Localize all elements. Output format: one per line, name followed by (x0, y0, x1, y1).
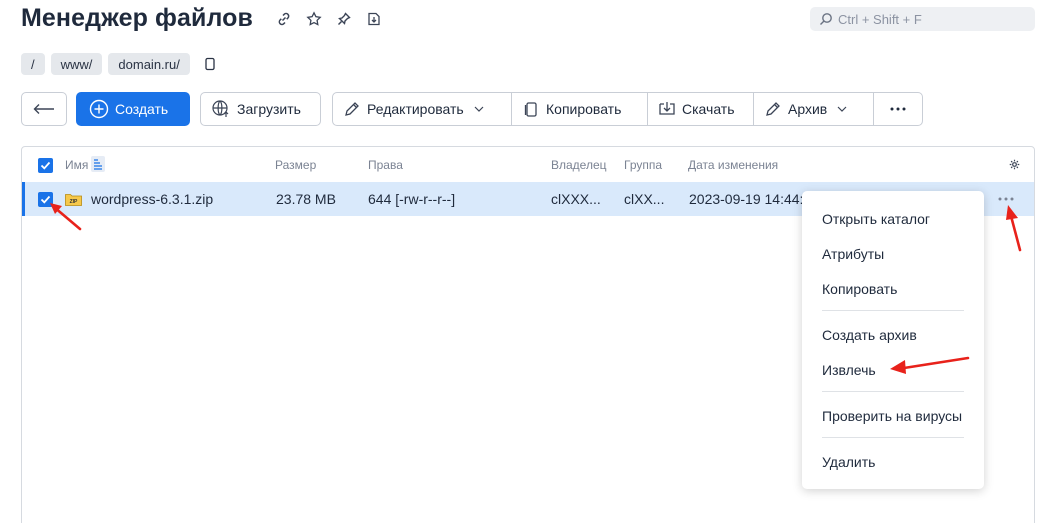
menu-item-copy[interactable]: Копировать (822, 281, 897, 297)
menu-divider (822, 310, 964, 311)
menu-divider (822, 391, 964, 392)
pencil-icon (345, 102, 359, 116)
zip-file-icon: ZIP (65, 194, 82, 206)
create-button-label: Создать (115, 101, 169, 117)
gear-icon[interactable] (1009, 159, 1020, 170)
pin-icon[interactable] (335, 10, 353, 28)
link-icon[interactable] (275, 10, 293, 28)
copy-button-label: Копировать (546, 101, 622, 117)
pencil-archive-icon (766, 102, 780, 116)
chevron-down-icon (474, 106, 484, 112)
file-owner: clXXX... (551, 191, 601, 207)
toolbar: Создать Загрузить Редактировать Копирова… (21, 92, 923, 126)
copy-path-icon[interactable] (202, 56, 218, 72)
plus-circle-icon (89, 99, 109, 119)
search-input[interactable] (838, 11, 1028, 27)
file-group: clXX... (624, 191, 665, 207)
breadcrumb-root[interactable]: / (21, 53, 45, 75)
table-header: Имя Размер Права Владелец Группа Дата из… (22, 147, 1034, 182)
copy-button[interactable]: Копировать (512, 93, 648, 125)
download-button-label: Скачать (682, 101, 735, 117)
arrow-left-icon (33, 104, 54, 114)
menu-item-delete[interactable]: Удалить (822, 454, 875, 470)
search-box[interactable] (810, 7, 1035, 31)
more-horizontal-icon (890, 107, 906, 111)
row-checkbox[interactable] (38, 192, 53, 207)
breadcrumb: / www/ domain.ru/ (21, 53, 218, 75)
copy-icon (524, 102, 537, 117)
menu-item-open-folder[interactable]: Открыть каталог (822, 211, 930, 227)
menu-item-create-archive[interactable]: Создать архив (822, 327, 917, 343)
breadcrumb-www[interactable]: www/ (50, 53, 103, 75)
file-actions-group: Редактировать Копировать Скачать Архив (332, 92, 923, 126)
column-rights[interactable]: Права (368, 158, 403, 172)
file-manager-page: Менеджер файлов / www/ domain.ru/ Со (0, 0, 1041, 523)
column-group[interactable]: Группа (624, 158, 662, 172)
file-modified: 2023-09-19 14:44: (689, 191, 804, 207)
download-icon (659, 102, 675, 115)
column-size[interactable]: Размер (275, 158, 316, 172)
row-more-icon[interactable] (998, 197, 1014, 201)
svg-text:ZIP: ZIP (70, 199, 78, 205)
file-name[interactable]: wordpress-6.3.1.zip (91, 191, 213, 207)
archive-button-label: Архив (788, 101, 828, 117)
breadcrumb-domain[interactable]: domain.ru/ (108, 53, 190, 75)
star-icon[interactable] (305, 10, 323, 28)
chevron-down-icon (837, 106, 847, 112)
upload-button[interactable]: Загрузить (200, 92, 321, 126)
download-button[interactable]: Скачать (648, 93, 754, 125)
edit-button-label: Редактировать (367, 101, 464, 117)
context-menu: Открыть каталог Атрибуты Копировать Созд… (802, 191, 984, 489)
menu-divider (822, 437, 964, 438)
more-actions-button[interactable] (874, 93, 922, 125)
save-icon[interactable] (365, 10, 383, 28)
menu-item-virus-scan[interactable]: Проверить на вирусы (822, 408, 962, 424)
edit-button[interactable]: Редактировать (333, 93, 512, 125)
sort-icon[interactable] (91, 156, 105, 172)
column-owner[interactable]: Владелец (551, 158, 607, 172)
upload-button-label: Загрузить (237, 101, 301, 117)
file-size: 23.78 MB (276, 191, 336, 207)
archive-button[interactable]: Архив (754, 93, 874, 125)
title-actions (275, 10, 383, 28)
menu-item-extract[interactable]: Извлечь (822, 362, 876, 378)
column-modified[interactable]: Дата изменения (688, 158, 778, 172)
search-icon (820, 13, 832, 25)
file-rights: 644 [-rw-r--r--] (368, 191, 456, 207)
select-all-checkbox[interactable] (38, 158, 53, 173)
menu-item-attributes[interactable]: Атрибуты (822, 246, 884, 262)
globe-upload-icon (212, 100, 229, 117)
back-button[interactable] (21, 92, 67, 126)
page-title: Менеджер файлов (21, 4, 253, 32)
create-button[interactable]: Создать (76, 92, 190, 126)
column-name[interactable]: Имя (65, 158, 88, 172)
